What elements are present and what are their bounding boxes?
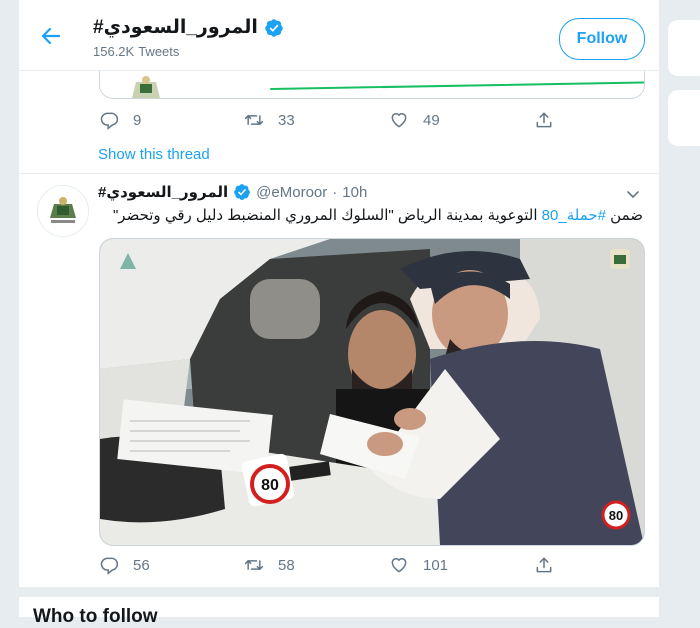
reply-count: 9 (133, 111, 142, 129)
traffic-logo-icon (132, 76, 160, 98)
follow-button[interactable]: Follow (559, 18, 645, 60)
video-photo: 80 80 (100, 239, 644, 545)
show-thread-link[interactable]: Show this thread (98, 146, 210, 163)
who-to-follow-heading: Who to follow (33, 606, 158, 627)
verified-badge-icon (265, 18, 283, 37)
tweet-count-value: 156.2K (93, 44, 135, 59)
heart-icon (391, 558, 407, 573)
tweet-count-label: Tweets (138, 44, 180, 59)
retweet-icon (244, 560, 264, 570)
author-name[interactable]: #المرور_السعودي (98, 183, 228, 201)
retweet-action[interactable]: 58 (244, 555, 389, 575)
tweet-text-prefix: ضمن (606, 207, 643, 224)
traffic-emblem-icon (38, 186, 88, 236)
back-arrow-icon[interactable] (39, 24, 63, 48)
avatar[interactable] (37, 185, 89, 237)
tweet-divider (19, 173, 659, 174)
like-count: 49 (423, 111, 440, 129)
retweet-count: 58 (278, 556, 295, 574)
share-action[interactable] (534, 110, 679, 130)
section-separator (19, 587, 659, 597)
profile-name-text: #المرور_السعودي (93, 17, 258, 38)
tweet-actions: 9 33 49 (99, 110, 679, 130)
like-action[interactable]: 49 (389, 110, 534, 130)
retweet-count: 33 (278, 111, 295, 129)
tweet-text-body: التوعوية بمدينة الرياض "السلوك المروري ا… (112, 207, 542, 224)
speed-sign-label: 80 (261, 477, 279, 494)
chart-line (269, 81, 644, 90)
reply-action[interactable]: 9 (99, 110, 244, 130)
like-action[interactable]: 101 (389, 555, 534, 575)
tweet-header: #المرور_السعودي @eMoroor · 10h (98, 183, 367, 202)
share-icon (536, 112, 552, 128)
tweet-time[interactable]: 10h (342, 184, 367, 201)
timeline-column: #المرور_السعودي 156.2K Tweets Follow 9 3 (18, 0, 660, 627)
author-handle[interactable]: @eMoroor (256, 184, 327, 201)
verified-badge-icon (234, 184, 251, 200)
share-action[interactable] (534, 555, 679, 575)
tweet-media[interactable]: 80 80 (99, 238, 645, 546)
share-icon (536, 557, 552, 573)
tweet-actions: 56 58 101 (99, 555, 679, 575)
reply-icon (100, 557, 119, 575)
retweet-action[interactable]: 33 (244, 110, 389, 130)
reply-icon (100, 112, 119, 130)
retweet-icon (244, 115, 264, 125)
reply-count: 56 (133, 556, 150, 574)
hashtag-link[interactable]: #حملة_80 (542, 207, 606, 224)
tweet-text: ضمن #حملة_80 التوعوية بمدينة الرياض "الس… (103, 206, 643, 226)
reply-action[interactable]: 56 (99, 555, 244, 575)
profile-name: #المرور_السعودي (93, 16, 284, 39)
separator-dot: · (332, 183, 338, 201)
heart-icon (391, 113, 407, 128)
right-sidebar (668, 6, 700, 623)
tweet-count: 156.2K Tweets (93, 44, 179, 59)
like-count: 101 (423, 556, 449, 574)
media-speed-badge: 80 (609, 508, 623, 523)
sidebar-card (668, 20, 700, 76)
profile-header: #المرور_السعودي 156.2K Tweets Follow (19, 0, 659, 71)
chevron-down-icon[interactable] (625, 186, 641, 202)
